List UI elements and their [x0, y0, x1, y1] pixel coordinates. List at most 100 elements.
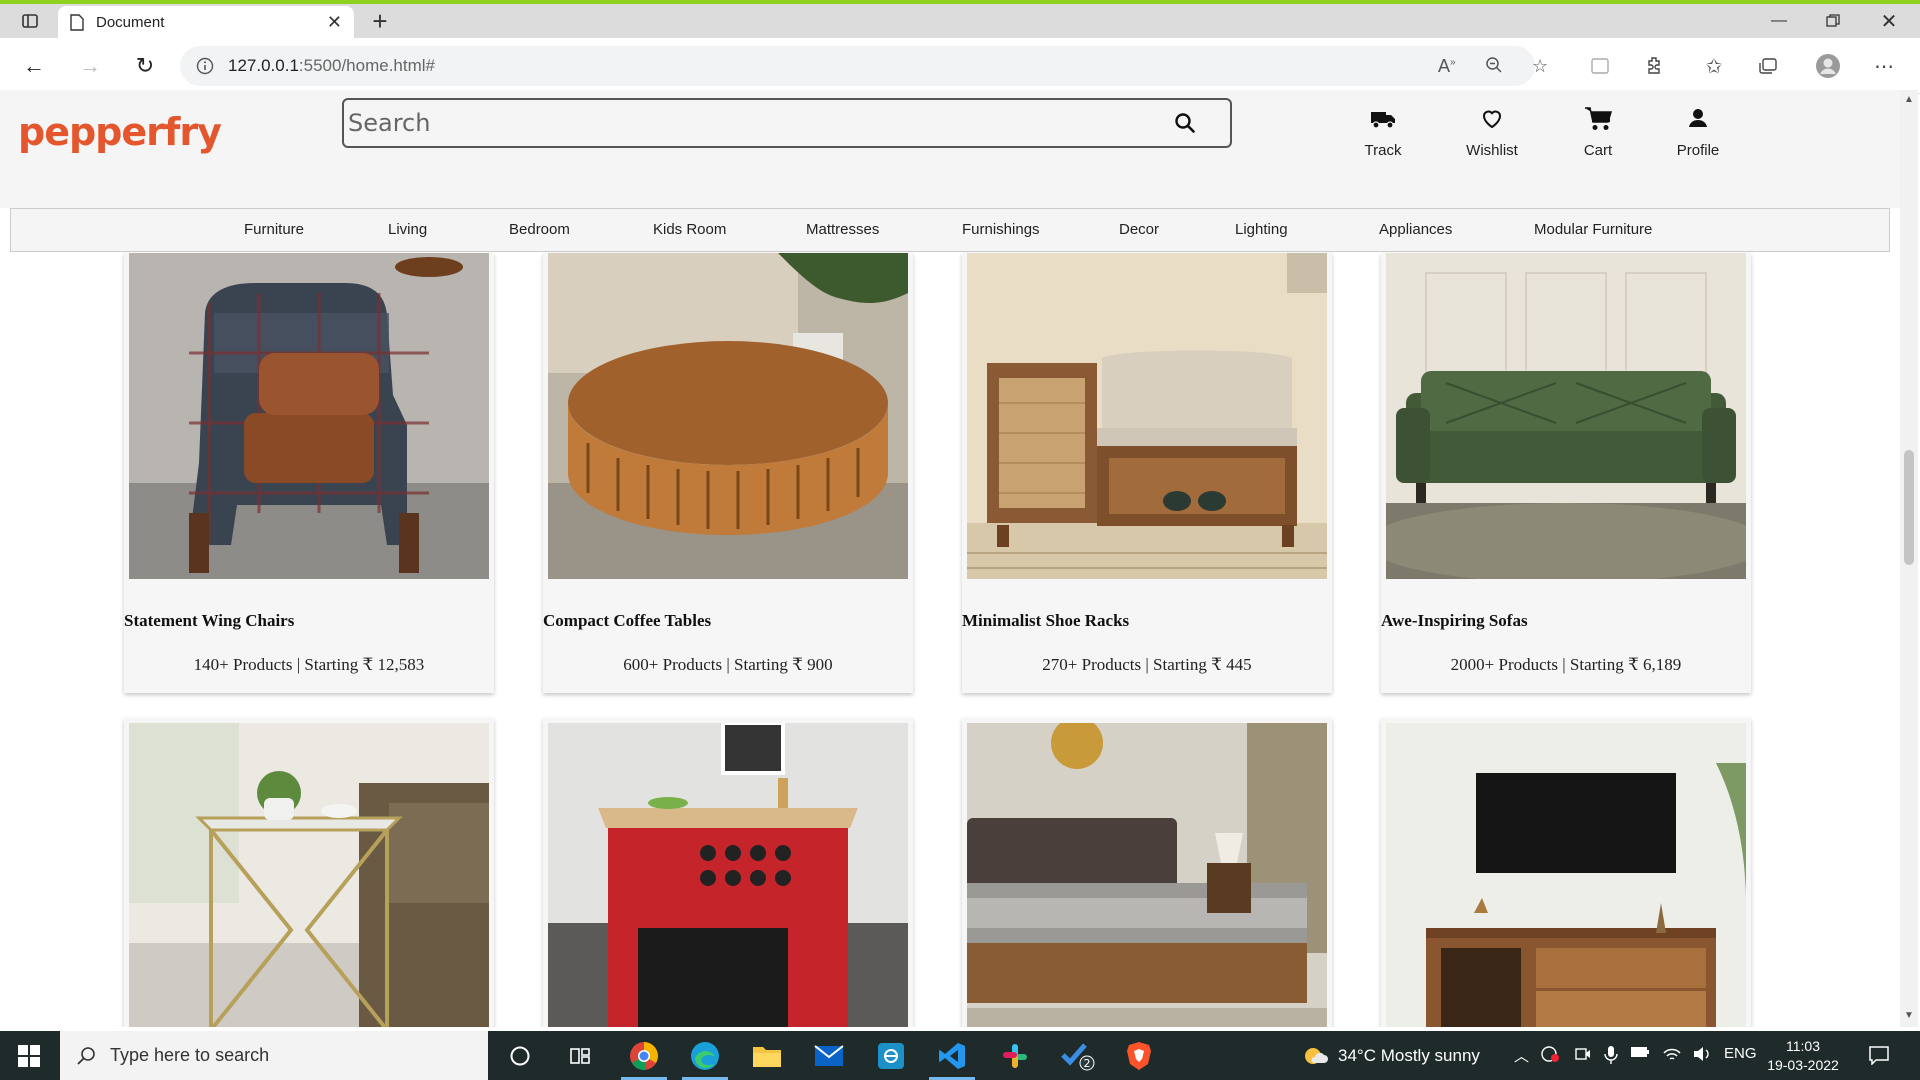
brave-icon[interactable] — [1110, 1031, 1168, 1080]
search-icon[interactable] — [1174, 112, 1196, 134]
reload-icon[interactable]: ↻ — [127, 48, 163, 84]
zoom-out-icon[interactable] — [1485, 56, 1503, 79]
battery-icon[interactable] — [1630, 1045, 1650, 1063]
notifications-icon[interactable] — [1868, 1045, 1890, 1069]
collections-disabled-icon[interactable] — [1586, 54, 1614, 78]
user-icon — [1689, 109, 1707, 127]
product-card-sofas[interactable]: Awe-Inspiring Sofas 2000+ Products | Sta… — [1381, 253, 1751, 693]
show-hidden-icons-icon[interactable]: ︿ — [1514, 1045, 1529, 1066]
product-card-shoe-racks[interactable]: Minimalist Shoe Racks 270+ Products | St… — [962, 253, 1332, 693]
language-indicator[interactable]: ENG — [1724, 1045, 1757, 1062]
nav-modular-furniture[interactable]: Modular Furniture — [1534, 221, 1652, 238]
product-title[interactable]: Compact Coffee Tables — [543, 611, 711, 631]
minimize-icon[interactable]: — — [1756, 4, 1802, 38]
info-icon[interactable] — [196, 57, 214, 75]
clock-date: 19-03-2022 — [1767, 1057, 1839, 1073]
microphone-icon[interactable] — [1604, 1045, 1618, 1069]
search-input[interactable] — [348, 104, 1148, 142]
slack-icon[interactable] — [986, 1031, 1044, 1080]
kitchen-trolley-image[interactable] — [548, 723, 908, 1027]
product-title[interactable]: Awe-Inspiring Sofas — [1381, 611, 1528, 631]
tab-actions-icon[interactable] — [10, 4, 50, 38]
close-window-icon[interactable]: ✕ — [1866, 4, 1912, 38]
truck-icon — [1371, 112, 1395, 129]
forward-icon[interactable]: → — [72, 48, 108, 84]
chrome-icon[interactable] — [615, 1031, 673, 1080]
network-error-icon[interactable] — [1540, 1045, 1560, 1067]
more-icon[interactable]: ⋯ — [1870, 54, 1898, 78]
mail-icon[interactable] — [800, 1031, 858, 1080]
tab-document[interactable]: Document ✕ — [58, 6, 354, 38]
sofa-image[interactable] — [1386, 253, 1746, 579]
url-text: 127.0.0.1:5500/home.html# — [228, 56, 435, 75]
taskbar-search[interactable]: Type here to search — [60, 1031, 488, 1080]
collections-icon[interactable] — [1754, 54, 1782, 78]
weather-widget[interactable]: 34°C Mostly sunny — [1302, 1031, 1480, 1080]
product-card-bed[interactable] — [962, 718, 1332, 1027]
clock-time: 11:03 — [1786, 1038, 1820, 1054]
product-card-wing-chairs[interactable]: Statement Wing Chairs 140+ Products | St… — [124, 253, 494, 693]
bed-image[interactable] — [967, 723, 1327, 1027]
extensions-icon[interactable] — [1640, 54, 1668, 78]
app-icon[interactable] — [862, 1031, 920, 1080]
todo-icon[interactable]: 2 — [1048, 1031, 1106, 1080]
product-title[interactable]: Minimalist Shoe Racks — [962, 611, 1129, 631]
track-button[interactable]: Track — [1338, 106, 1428, 159]
side-table-image[interactable] — [129, 723, 489, 1027]
shoe-rack-image[interactable] — [967, 253, 1327, 579]
product-card-coffee-tables[interactable]: Compact Coffee Tables 600+ Products | St… — [543, 253, 913, 693]
profile-button[interactable]: Profile — [1653, 106, 1743, 159]
cortana-icon[interactable] — [491, 1031, 549, 1080]
close-tab-icon[interactable]: ✕ — [327, 12, 342, 33]
edge-icon[interactable] — [676, 1031, 734, 1080]
coffee-table-image[interactable] — [548, 253, 908, 579]
site-logo[interactable]: pepperfry — [18, 110, 222, 154]
avatar-icon[interactable] — [1814, 54, 1842, 78]
file-explorer-icon[interactable] — [738, 1031, 796, 1080]
task-view-icon[interactable] — [551, 1031, 609, 1080]
scroll-down-icon[interactable]: ▼ — [1904, 1010, 1914, 1021]
restore-icon[interactable] — [1810, 4, 1856, 38]
favorites-icon[interactable]: ✩ — [1700, 54, 1728, 78]
windows-start-icon[interactable] — [0, 1031, 58, 1080]
wishlist-button[interactable]: Wishlist — [1447, 106, 1537, 159]
nav-living[interactable]: Living — [388, 221, 427, 238]
new-tab-icon[interactable]: + — [362, 4, 398, 38]
nav-kids-room[interactable]: Kids Room — [653, 221, 726, 238]
cart-icon — [1585, 107, 1612, 130]
track-label: Track — [1364, 142, 1402, 159]
cart-button[interactable]: Cart — [1553, 106, 1643, 159]
page-scrollbar[interactable]: ▲ ▼ — [1900, 90, 1918, 1027]
heart-icon — [1482, 110, 1502, 129]
sun-icon — [1305, 1047, 1328, 1064]
nav-lighting[interactable]: Lighting — [1235, 221, 1288, 238]
nav-furnishings[interactable]: Furnishings — [962, 221, 1040, 238]
wing-chair-image[interactable] — [129, 253, 489, 579]
search-box — [342, 98, 1232, 148]
volume-icon[interactable] — [1692, 1045, 1712, 1067]
nav-bedroom[interactable]: Bedroom — [509, 221, 570, 238]
vscode-icon[interactable] — [923, 1031, 981, 1080]
nav-decor[interactable]: Decor — [1119, 221, 1159, 238]
clock[interactable]: 11:03 19-03-2022 — [1766, 1037, 1840, 1075]
nav-appliances[interactable]: Appliances — [1379, 221, 1452, 238]
search-icon — [77, 1046, 95, 1065]
product-card-kitchen-trolley[interactable] — [543, 718, 913, 1027]
nav-furniture[interactable]: Furniture — [244, 221, 304, 238]
wifi-icon[interactable] — [1662, 1045, 1682, 1067]
tv-unit-image[interactable] — [1386, 723, 1746, 1027]
cart-label: Cart — [1583, 142, 1613, 159]
tab-title: Document — [96, 13, 165, 31]
product-card-tv-unit[interactable] — [1381, 718, 1751, 1027]
scroll-up-icon[interactable]: ▲ — [1904, 94, 1914, 105]
product-card-side-table[interactable] — [124, 718, 494, 1027]
back-icon[interactable]: ← — [16, 48, 52, 84]
meet-now-icon[interactable] — [1574, 1045, 1592, 1067]
url-field[interactable]: 127.0.0.1:5500/home.html# A» ☆ — [180, 46, 1548, 86]
taskbar: Type here to search 2 34°C Mostly sunny … — [0, 1031, 1920, 1080]
scroll-thumb[interactable] — [1904, 450, 1914, 565]
product-title[interactable]: Statement Wing Chairs — [124, 611, 294, 631]
nav-mattresses[interactable]: Mattresses — [806, 221, 879, 238]
favorite-star-icon[interactable]: ☆ — [1532, 56, 1548, 77]
read-aloud-icon[interactable]: A» — [1438, 56, 1456, 77]
